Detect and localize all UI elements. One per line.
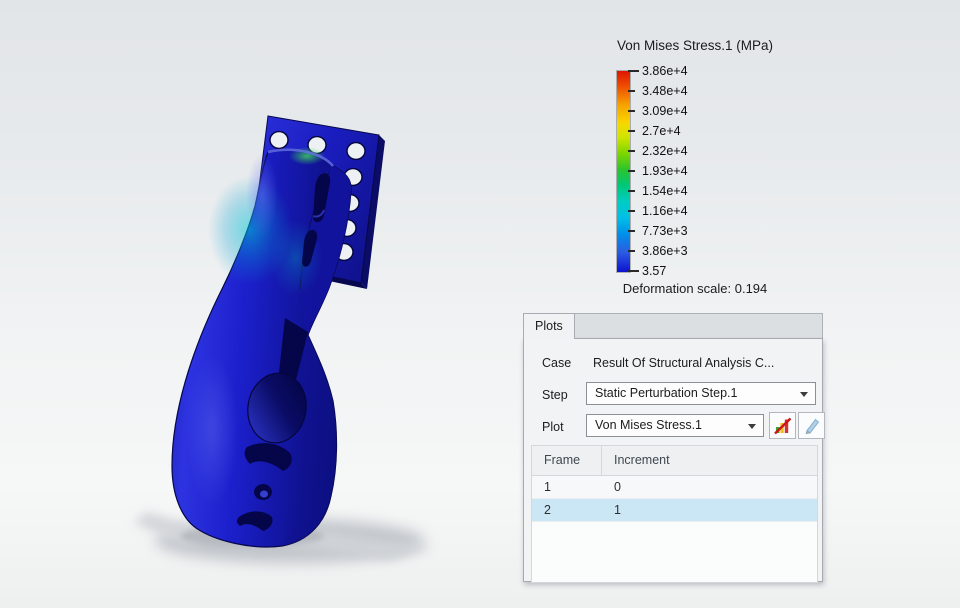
step-select[interactable]: Static Perturbation Step.1 — [586, 382, 816, 405]
legend-tick-mark — [628, 170, 635, 172]
table-cell: 1 — [544, 480, 551, 494]
legend-tick-mark — [628, 210, 635, 212]
step-select-value: Static Perturbation Step.1 — [595, 386, 738, 400]
legend-tick-mark — [628, 130, 635, 132]
lever-arm — [171, 147, 352, 548]
table-row[interactable]: 10 — [532, 476, 817, 499]
legend-tick-mark — [628, 90, 635, 92]
frame-table: Frame Increment 1021 — [531, 445, 818, 583]
legend-tick-label: 3.57 — [642, 264, 667, 278]
legend-tick-label: 3.48e+4 — [642, 84, 688, 98]
plot-select[interactable]: Von Mises Stress.1 — [586, 414, 764, 437]
legend-tick-label: 2.32e+4 — [642, 144, 688, 158]
table-cell: 0 — [614, 480, 621, 494]
legend-tick-label: 1.93e+4 — [642, 164, 688, 178]
legend-tick-label: 3.09e+4 — [642, 104, 688, 118]
legend-tick-label: 2.7e+4 — [642, 124, 681, 138]
frame-table-rows: 1021 — [532, 476, 817, 522]
legend-tick-label: 3.86e+3 — [642, 244, 688, 258]
case-label: Case — [542, 356, 572, 370]
column-header-increment: Increment — [614, 453, 670, 467]
column-header-frame: Frame — [532, 446, 602, 475]
legend-tick-mark — [628, 150, 635, 152]
plot-select-value: Von Mises Stress.1 — [595, 418, 702, 432]
legend-tick-mark — [628, 190, 635, 192]
step-label: Step — [542, 388, 568, 402]
chart-red-cross-icon — [773, 417, 791, 434]
stress-legend: Von Mises Stress.1 (MPa) 3.86e+4 3.48e+4 3… — [595, 38, 795, 300]
edit-plot-button[interactable] — [798, 412, 825, 439]
chevron-down-icon — [748, 424, 756, 429]
legend-tick-mark — [628, 110, 635, 112]
pencil-icon — [805, 418, 819, 434]
legend-tick-label: 1.54e+4 — [642, 184, 688, 198]
legend-tick-mark — [628, 70, 639, 72]
table-empty-area — [532, 522, 817, 582]
table-cell: 2 — [544, 503, 551, 517]
toggle-plot-button[interactable] — [769, 412, 796, 439]
legend-title: Von Mises Stress.1 (MPa) — [616, 38, 774, 53]
legend-tick-mark — [628, 250, 635, 252]
table-row[interactable]: 21 — [532, 499, 817, 522]
legend-tick-label: 3.86e+4 — [642, 64, 688, 78]
frame-table-header: Frame Increment — [532, 446, 817, 476]
legend-tick-label: 1.16e+4 — [642, 204, 688, 218]
application-window: { "viewport": { "background_top": "#e2e5… — [0, 0, 960, 608]
chevron-down-icon — [800, 392, 808, 397]
plots-panel: Plots Case Result Of Structural Analysis… — [523, 313, 825, 583]
plot-label: Plot — [542, 420, 564, 434]
plots-panel-body: Case Result Of Structural Analysis C... … — [523, 338, 825, 583]
case-value: Result Of Structural Analysis C... — [593, 356, 775, 370]
legend-tick-mark — [628, 270, 639, 272]
stress-model[interactable] — [134, 115, 432, 563]
legend-tick-mark — [628, 230, 635, 232]
deformation-scale-label: Deformation scale: 0.194 — [622, 281, 768, 296]
tab-plots[interactable]: Plots — [523, 313, 575, 339]
legend-tick-label: 7.73e+3 — [642, 224, 688, 238]
table-cell: 1 — [614, 503, 621, 517]
